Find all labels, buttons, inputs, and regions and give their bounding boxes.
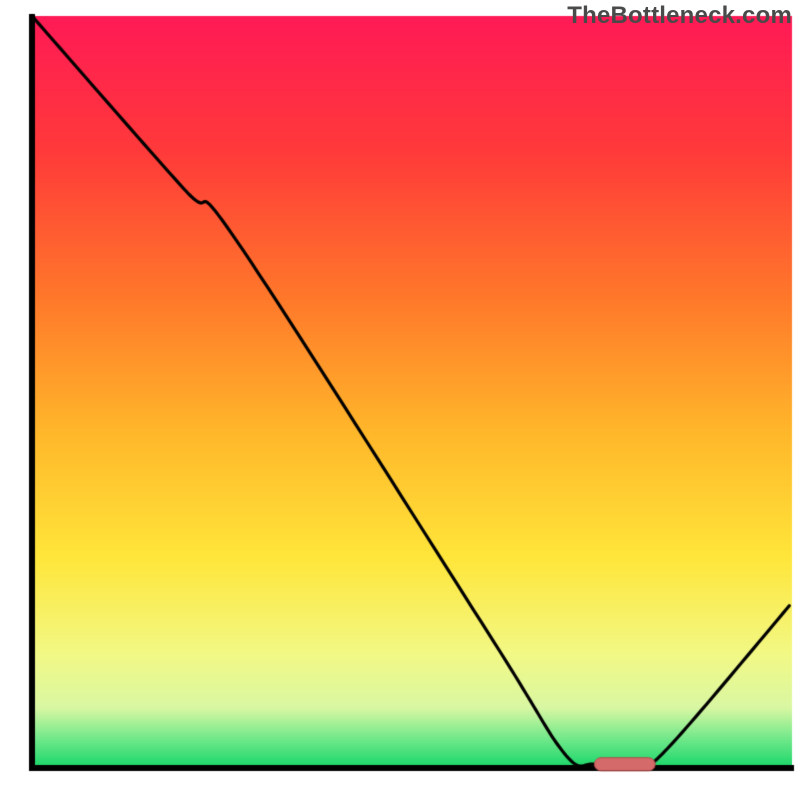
optimal-range-marker xyxy=(0,0,800,800)
chart-container: TheBottleneck.com xyxy=(0,0,800,800)
watermark-text: TheBottleneck.com xyxy=(567,2,792,30)
